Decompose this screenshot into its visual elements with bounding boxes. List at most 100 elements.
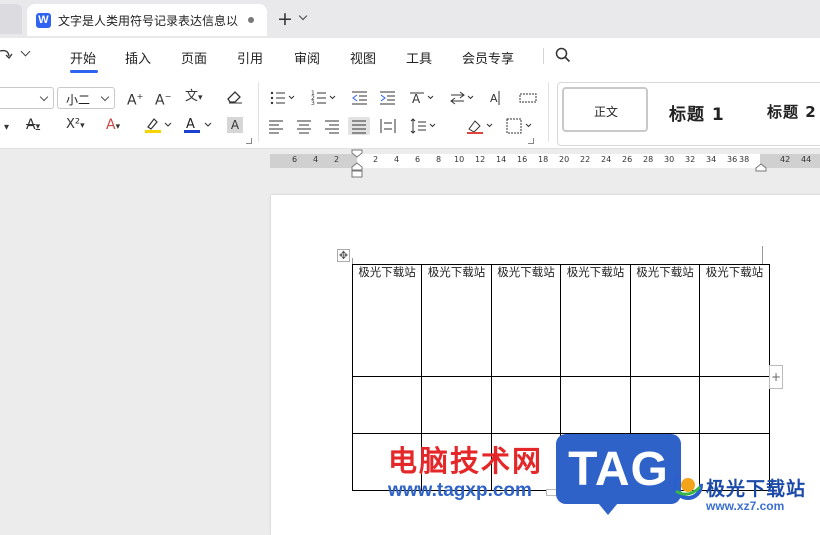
new-tab-dropdown-icon[interactable] xyxy=(298,11,308,21)
menu-page[interactable]: 页面 xyxy=(181,48,207,67)
superscript-icon[interactable]: X²▾ xyxy=(66,117,85,134)
chevron-down-icon xyxy=(100,92,110,102)
table-cell[interactable]: 极光下载站 xyxy=(630,264,700,377)
shrink-font-icon[interactable]: A− xyxy=(155,89,171,109)
ruler-tick: 6 xyxy=(415,155,421,164)
svg-text:3: 3 xyxy=(311,100,315,107)
ruler-tick: 38 xyxy=(739,155,750,164)
ruler-tick: 24 xyxy=(601,155,612,164)
alignment-toolbar-row xyxy=(269,117,532,135)
font-dialog-launcher-icon[interactable] xyxy=(246,138,252,144)
line-spacing-icon xyxy=(410,118,436,134)
menu-tools[interactable]: 工具 xyxy=(406,48,432,67)
font-size-value: 小二 xyxy=(66,93,91,107)
previous-tab[interactable] xyxy=(0,4,22,34)
table-cell[interactable]: 极光下载站 xyxy=(699,264,770,377)
watermark-site-url: www.tagxp.com xyxy=(388,480,532,501)
add-column-button[interactable]: + xyxy=(769,365,783,389)
table-cell[interactable] xyxy=(560,376,631,434)
ruler-tick: 22 xyxy=(580,155,591,164)
search-icon[interactable] xyxy=(554,46,572,64)
ruler-tick: 10 xyxy=(454,155,465,164)
justify-icon xyxy=(348,117,370,135)
unsaved-dot-icon[interactable] xyxy=(248,17,254,23)
style-heading-2[interactable]: 标题 2 xyxy=(767,101,817,122)
show-hide-marks-icon[interactable] xyxy=(519,89,537,107)
table-cell[interactable] xyxy=(699,376,770,434)
menu-review[interactable]: 审阅 xyxy=(294,48,320,67)
format-dropdown-icon[interactable]: ▾ xyxy=(4,120,9,136)
document-tab[interactable]: W 文字是人类用符号记录表达信息以 xyxy=(27,4,267,36)
ruler-tick: 4 xyxy=(394,155,400,164)
aurora-logo-icon xyxy=(673,470,703,500)
decrease-indent-icon xyxy=(352,91,367,105)
menu-references[interactable]: 引用 xyxy=(237,48,263,67)
ruler-tick: 32 xyxy=(685,155,696,164)
watermark-brand-name: 极光下载站 xyxy=(706,478,807,500)
align-left-icon xyxy=(269,120,283,134)
font-color-swatch xyxy=(184,130,200,133)
ribbon-group-divider xyxy=(258,82,259,142)
redo-icon[interactable] xyxy=(0,47,14,61)
title-bar: W 文字是人类用符号记录表达信息以 + xyxy=(0,0,820,38)
align-center-icon xyxy=(297,120,311,134)
table-cell[interactable] xyxy=(421,376,492,434)
table-cell[interactable]: 极光下载站 xyxy=(421,264,492,377)
style-normal[interactable]: 正文 xyxy=(562,87,648,132)
table-cell[interactable] xyxy=(630,376,700,434)
chevron-down-icon xyxy=(39,92,49,102)
ruler-tick: 14 xyxy=(496,155,507,164)
table-row xyxy=(352,376,770,434)
sort-icon: A xyxy=(490,91,500,105)
ribbon-group-divider xyxy=(548,82,549,142)
clear-format-eraser-icon[interactable] xyxy=(226,89,243,104)
svg-text:A: A xyxy=(186,117,195,132)
svg-text:A: A xyxy=(490,92,498,105)
ruler-tick: 2 xyxy=(334,155,340,164)
menu-divider xyxy=(543,48,544,64)
ruler-tick: 44 xyxy=(801,155,812,164)
table-cell[interactable] xyxy=(352,376,422,434)
paragraph-toolbar-row: 123 A A xyxy=(270,90,500,107)
table-cell[interactable]: 极光下载站 xyxy=(491,264,561,377)
font-name-dropdown[interactable] xyxy=(0,87,54,109)
watermark-tag-logo: TAG xyxy=(556,434,681,504)
first-line-indent-marker-icon[interactable] xyxy=(351,149,363,179)
ruler-tick: 30 xyxy=(664,155,675,164)
font-size-dropdown[interactable]: 小二 xyxy=(57,87,115,109)
table-cell[interactable] xyxy=(491,376,561,434)
table-move-handle-icon[interactable]: ✥ xyxy=(337,249,350,262)
style-heading-1[interactable]: 标题 1 xyxy=(669,100,725,125)
style-normal-label: 正文 xyxy=(594,105,619,119)
chinese-layout-icon xyxy=(450,91,474,105)
ruler-tick: 16 xyxy=(517,155,528,164)
paragraph-dialog-launcher-icon[interactable] xyxy=(528,138,534,144)
menu-view[interactable]: 视图 xyxy=(350,48,376,67)
highlight-color-icon[interactable] xyxy=(144,116,172,134)
font-color-icon[interactable]: A xyxy=(183,116,213,134)
table-row: 极光下载站 极光下载站 极光下载站 极光下载站 极光下载站 极光下载站 xyxy=(352,264,770,377)
grow-font-icon[interactable]: A+ xyxy=(127,89,143,109)
menu-home[interactable]: 开始 xyxy=(70,48,96,67)
align-right-icon xyxy=(325,120,339,134)
table-cell[interactable]: 极光下载站 xyxy=(560,264,631,377)
watermark-site-name: 电脑技术网 xyxy=(388,444,544,478)
ruler-tick: 36 xyxy=(727,155,738,164)
menu-bar: 开始 插入 页面 引用 审阅 视图 工具 会员专享 xyxy=(0,38,820,74)
character-shading-icon[interactable]: A xyxy=(227,117,243,133)
watermark-brand-url: www.xz7.com xyxy=(706,499,785,513)
menu-member[interactable]: 会员专享 xyxy=(462,48,514,67)
text-effect-icon[interactable]: A▾ xyxy=(106,117,120,135)
distributed-icon xyxy=(380,119,396,133)
right-indent-marker-icon[interactable] xyxy=(755,163,767,173)
strikethrough-icon[interactable]: A▾ xyxy=(26,117,40,135)
writer-app-icon: W xyxy=(36,12,51,28)
ruler-tick: 18 xyxy=(538,155,549,164)
page-corner-mark xyxy=(762,246,763,264)
table-cell[interactable]: 极光下载站 xyxy=(352,264,422,377)
menu-insert[interactable]: 插入 xyxy=(125,48,151,67)
ruler-tick: 34 xyxy=(706,155,717,164)
pinyin-guide-icon[interactable]: 文▾ xyxy=(185,89,203,106)
ruler-tick: 2 xyxy=(373,155,379,164)
new-tab-plus-icon[interactable]: + xyxy=(277,10,293,29)
